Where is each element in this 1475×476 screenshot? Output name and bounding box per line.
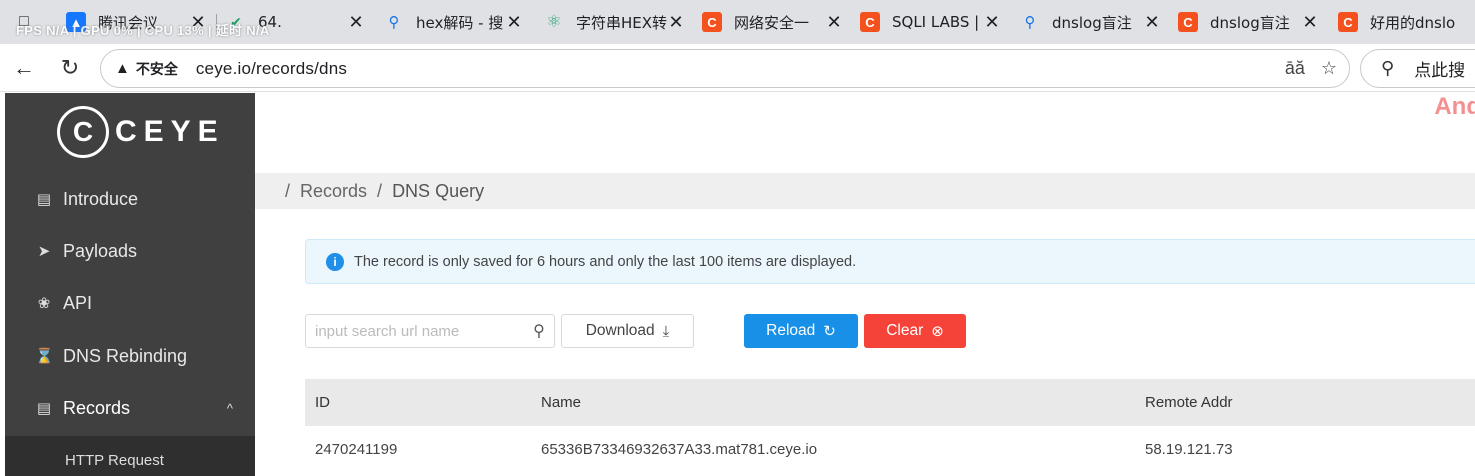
browser-tab[interactable]: C dnslog盲注 ✕ [1170, 6, 1326, 38]
logo-letter: C [72, 116, 94, 147]
close-circle-icon: ⊗ [931, 323, 944, 340]
records-icon: ▤ [36, 400, 52, 417]
csdn-icon: C [702, 12, 722, 32]
browser-tab-strip: □ ▲ 腾讯会议 ✕ ✔ 64. ✕ ⚲ hex解码 - 搜 ✕ ⚛ 字符串HE… [0, 0, 1475, 44]
sidebar: C CEYE ▤ Introduce ➤ Payloads ❀ API ⌛ DN… [5, 93, 255, 476]
browser-tab[interactable]: ⚛ 字符串HEX转 ✕ [536, 6, 692, 38]
tab-title: 64. [258, 13, 282, 31]
address-bar[interactable]: ▲ 不安全 ceye.io/records/dns āă ☆ [100, 49, 1350, 88]
tab-title: hex解码 - 搜 [416, 13, 504, 32]
tab-title: 网络安全一 [734, 13, 810, 32]
search-box-text: 点此搜 [1414, 61, 1466, 81]
close-icon[interactable]: ✕ [826, 12, 842, 33]
refresh-icon: ↻ [823, 323, 836, 340]
tab-title: dnslog盲注 [1210, 13, 1290, 32]
info-alert: i The record is only saved for 6 hours a… [305, 239, 1475, 284]
tab-title: 好用的dnslo [1370, 13, 1456, 32]
sidebar-item-label: Introduce [63, 188, 139, 209]
browser-tab[interactable]: C 好用的dnslo [1330, 6, 1475, 38]
browser-tab[interactable]: ⚲ hex解码 - 搜 ✕ [376, 6, 530, 38]
sidebar-item-introduce[interactable]: ▤ Introduce [5, 173, 255, 225]
logo-text: CEYE [115, 115, 225, 148]
url-search-field: ⚲ [305, 314, 555, 348]
close-icon[interactable]: ✕ [1302, 12, 1318, 33]
browser-tab[interactable]: C SQLI LABS | ✕ [852, 6, 1008, 38]
clear-button[interactable]: Clear ⊗ [864, 314, 966, 348]
records-panel: i The record is only saved for 6 hours a… [275, 209, 1475, 473]
translate-icon[interactable]: āă [1285, 58, 1305, 79]
sidebar-item-label: DNS Rebinding [63, 345, 188, 366]
reload-button[interactable]: Reload ↻ [744, 314, 858, 348]
sidebar-item-dns-rebinding[interactable]: ⌛ DNS Rebinding [5, 330, 255, 382]
book-icon: ▤ [36, 191, 52, 208]
sidebar-item-records[interactable]: ▤ Records ^ [5, 382, 255, 434]
omnibox-actions: āă ☆ [1285, 58, 1337, 79]
download-button[interactable]: Download ⤓ [561, 314, 694, 348]
csdn-icon: C [860, 12, 880, 32]
info-icon: i [326, 252, 344, 271]
csdn-icon: C [1178, 12, 1198, 32]
cell-remote-addr: 58.19.121.73 [1145, 441, 1233, 458]
download-label: Download [585, 322, 655, 339]
breadcrumb-records[interactable]: Records [300, 181, 367, 202]
table-row: 2470241199 65336B73346932637A33.mat781.c… [305, 426, 1475, 473]
security-status[interactable]: 不安全 [136, 59, 178, 79]
warning-icon: ▲ [115, 60, 130, 77]
search-input[interactable] [306, 316, 524, 346]
search-icon: ⚲ [1024, 14, 1036, 31]
cell-id: 2470241199 [315, 441, 398, 458]
sidebar-item-label: Payloads [63, 240, 138, 261]
breadcrumb-separator: / [377, 181, 383, 201]
sidebar-item-payloads[interactable]: ➤ Payloads [5, 225, 255, 277]
cell-name: 65336B73346932637A33.mat781.ceye.io [541, 441, 818, 458]
close-icon[interactable]: ✕ [1144, 12, 1160, 33]
sidebar-item-label: API [63, 292, 93, 313]
column-header-remote-addr: Remote Addr [1145, 394, 1233, 411]
search-icon[interactable]: ⚲ [524, 321, 554, 341]
browser-tab[interactable]: ⚲ dnslog盲注 ✕ [1012, 6, 1168, 38]
browser-toolbar: ← ↻ ▲ 不安全 ceye.io/records/dns āă ☆ ⚲ 点此搜 [0, 44, 1475, 92]
performance-overlay: FPS N/A | GPU 0% | CPU 13% | 延时 N/A [16, 23, 270, 38]
breadcrumb-separator: / [285, 181, 291, 201]
table-header: ID Name Remote Addr [305, 379, 1475, 426]
star-icon[interactable]: ☆ [1321, 58, 1337, 79]
ceye-logo-icon: C [57, 106, 109, 158]
ceye-logo[interactable]: C CEYE [57, 106, 225, 158]
close-icon[interactable]: ✕ [348, 12, 364, 33]
alert-text: The record is only saved for 6 hours and… [354, 253, 857, 270]
hourglass-icon: ⌛ [35, 348, 54, 365]
sidebar-item-api[interactable]: ❀ API [5, 277, 255, 329]
back-arrow-icon: ← [13, 55, 35, 80]
breadcrumb-current: DNS Query [392, 181, 485, 201]
chevron-up-icon: ^ [226, 400, 233, 416]
top-header: And [255, 93, 1475, 173]
tab-title: dnslog盲注 [1052, 13, 1132, 32]
corner-text: And [1434, 93, 1475, 120]
column-header-id: ID [315, 394, 330, 411]
clear-label: Clear [886, 322, 924, 339]
rocket-icon: ➤ [37, 243, 51, 260]
close-icon[interactable]: ✕ [506, 12, 522, 33]
tab-title: SQLI LABS | [892, 13, 980, 31]
api-icon: ❀ [37, 295, 51, 312]
column-header-name: Name [541, 394, 582, 411]
browser-tab[interactable]: C 网络安全一 ✕ [694, 6, 850, 38]
back-button[interactable]: ← [10, 54, 38, 82]
sidebar-item-label: Records [63, 397, 131, 418]
close-icon[interactable]: ✕ [668, 12, 684, 33]
react-icon: ⚛ [546, 12, 562, 31]
url-text[interactable]: ceye.io/records/dns [196, 59, 347, 79]
refresh-icon: ↻ [60, 55, 80, 80]
search-icon: ⚲ [388, 14, 400, 31]
sidebar-subitem-http-request[interactable]: HTTP Request [5, 436, 255, 476]
close-icon[interactable]: ✕ [984, 12, 1000, 33]
reload-page-button[interactable]: ↻ [56, 54, 84, 82]
reload-label: Reload [766, 322, 816, 339]
download-icon: ⤓ [662, 322, 670, 340]
browser-search-box[interactable]: ⚲ 点此搜 [1360, 49, 1475, 88]
search-icon: ⚲ [1381, 58, 1395, 78]
csdn-icon: C [1338, 12, 1358, 32]
tab-title: 字符串HEX转 [576, 13, 668, 32]
breadcrumb: / Records / DNS Query [255, 173, 1475, 209]
